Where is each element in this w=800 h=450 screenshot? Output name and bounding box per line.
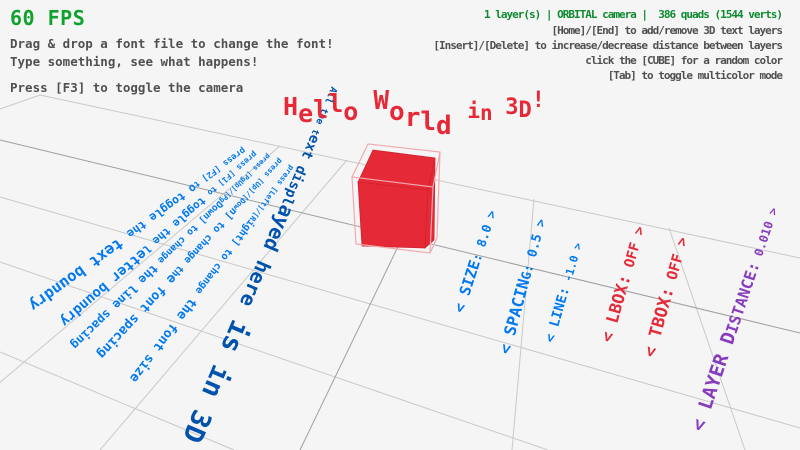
wave-3d-text: Hello World in 3D! — [283, 88, 545, 114]
wave-letter: o — [343, 99, 358, 124]
cube-front-face — [358, 182, 428, 248]
wave-letter: 3 — [505, 97, 518, 119]
wave-letter: e — [298, 101, 313, 126]
wave-letter: d — [436, 113, 452, 139]
wave-letter: H — [283, 94, 298, 119]
wave-letter: W — [373, 88, 389, 114]
wave-letter: n — [480, 103, 493, 124]
wave-letter — [452, 108, 468, 134]
wave-letter: l — [313, 97, 328, 122]
wave-letter: l — [328, 91, 343, 116]
wave-letter: o — [389, 99, 405, 125]
wave-letter — [493, 102, 506, 123]
wave-letter: D — [519, 100, 532, 122]
wave-letter: i — [467, 101, 480, 122]
wave-letter: r — [405, 105, 421, 131]
app-window: All the text displayed here is in 3Dpres… — [0, 0, 800, 450]
wave-letter — [358, 96, 373, 121]
cube[interactable] — [358, 150, 435, 248]
wave-letter: ! — [532, 90, 545, 112]
wave-letter: l — [420, 109, 436, 135]
